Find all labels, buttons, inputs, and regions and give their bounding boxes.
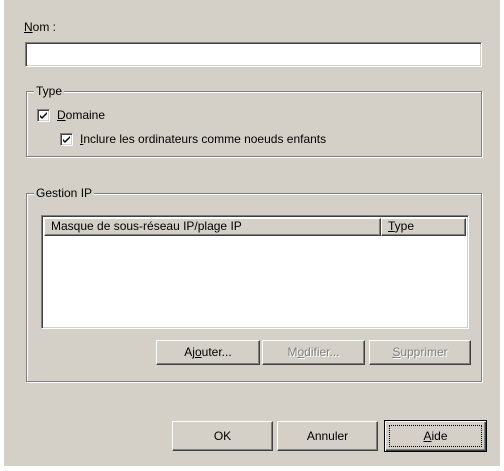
inclure-label[interactable]: Inclure les ordinateurs comme noeuds enf… — [80, 132, 326, 146]
ajouter-button[interactable]: Ajouter... — [156, 340, 260, 365]
nom-label-rest: om : — [32, 20, 57, 34]
check-icon — [40, 112, 47, 119]
domaine-label-mnemonic: D — [57, 108, 66, 122]
annuler-button[interactable]: Annuler — [277, 421, 378, 451]
ajouter-label-post: uter... — [201, 345, 232, 359]
domaine-label-rest: omaine — [65, 108, 106, 122]
column-header-type-mnemonic: T — [388, 219, 395, 233]
supprimer-label-post: upprimer — [400, 345, 448, 359]
domaine-label[interactable]: Domaine — [57, 108, 105, 122]
type-group — [26, 91, 482, 157]
modifier-label-post: difier... — [304, 345, 340, 359]
type-group-title: Type — [34, 84, 65, 98]
ok-label: OK — [213, 429, 232, 443]
gestion-ip-group-title: Gestion IP — [34, 186, 95, 200]
dialog: Nom : Type Domaine Inclure les ordinateu… — [4, 0, 500, 466]
column-header-mask[interactable]: Masque de sous-réseau IP/plage IP — [44, 218, 381, 236]
modifier-label-pre: M — [287, 345, 298, 359]
ajouter-label-pre: Aj — [184, 345, 195, 359]
nom-label-mnemonic: N — [24, 20, 33, 34]
supprimer-button[interactable]: Supprimer — [369, 340, 471, 365]
nom-label: Nom : — [24, 20, 56, 34]
inclure-label-rest: nclure les ordinateurs comme noeuds enfa… — [83, 132, 327, 146]
aide-label-rest: ide — [431, 429, 448, 443]
check-icon — [63, 136, 70, 143]
aide-label-mnemonic: A — [423, 429, 432, 443]
inclure-checkbox[interactable] — [60, 133, 73, 146]
modifier-button[interactable]: Modifier... — [262, 340, 365, 365]
ip-list[interactable]: Masque de sous-réseau IP/plage IP Type — [41, 215, 469, 329]
aide-button[interactable]: Aide — [384, 420, 487, 452]
ok-button[interactable]: OK — [172, 421, 273, 451]
annuler-label: Annuler — [306, 429, 349, 443]
nom-input[interactable] — [25, 42, 482, 67]
column-header-type-rest: ype — [394, 219, 415, 233]
domaine-checkbox[interactable] — [37, 109, 50, 122]
column-header-type[interactable]: Type — [381, 218, 466, 236]
ajouter-label-mnemonic: o — [194, 345, 202, 359]
